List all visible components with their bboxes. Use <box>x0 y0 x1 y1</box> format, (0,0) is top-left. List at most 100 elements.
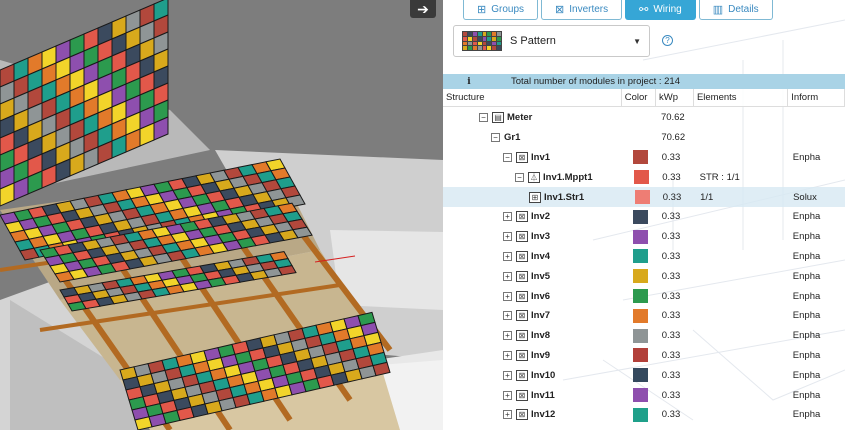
row-name: Inv6 <box>531 290 551 302</box>
table-row[interactable]: + ⊠ Inv4 0.33 Enpha <box>443 247 845 267</box>
info-icon: i <box>467 76 471 87</box>
expand-icon[interactable]: + <box>503 370 512 380</box>
help-icon[interactable]: ? <box>662 35 673 46</box>
expand-icon[interactable]: + <box>503 271 512 281</box>
tab-label: Inverters <box>569 4 609 15</box>
color-swatch[interactable] <box>634 190 650 205</box>
tab-bar: ⊞ Groups ⊠ Inverters ⚯ Wiring ▥ Details <box>463 0 773 20</box>
color-cell[interactable] <box>624 407 658 422</box>
tab-label: Groups <box>491 4 525 15</box>
table-row[interactable]: + ⊠ Inv2 0.33 Enpha <box>443 207 845 227</box>
table-row[interactable]: − ⊠ Inv1 0.33 Enpha <box>443 148 845 168</box>
color-swatch[interactable] <box>633 328 649 343</box>
kwp-cell: 0.33 <box>661 409 681 421</box>
color-swatch[interactable] <box>633 249 649 264</box>
color-cell[interactable] <box>624 328 658 343</box>
color-swatch[interactable] <box>633 269 649 284</box>
information-cell: Enpha <box>792 151 821 163</box>
color-cell[interactable] <box>624 209 658 224</box>
table-row[interactable]: + ⊠ Inv9 0.33 Enpha <box>443 346 845 366</box>
collapse-icon[interactable]: − <box>515 172 524 182</box>
color-swatch[interactable] <box>633 407 649 422</box>
arrow-right-icon[interactable]: ➔ <box>410 0 436 18</box>
table-row[interactable]: ⊞ Inv1.Str1 0.33 1/1 Solux <box>443 187 845 207</box>
color-cell[interactable] <box>624 229 658 244</box>
color-cell[interactable] <box>624 150 658 165</box>
structure-cell: ⊞ Inv1.Str1 <box>443 191 625 203</box>
color-cell[interactable] <box>624 249 658 264</box>
color-cell[interactable] <box>624 308 658 323</box>
expand-icon[interactable]: + <box>503 251 512 261</box>
color-cell[interactable] <box>625 190 658 205</box>
inverter-icon: ⊠ <box>516 369 528 381</box>
collapse-icon[interactable]: − <box>491 133 500 143</box>
table-row[interactable]: + ⊠ Inv3 0.33 Enpha <box>443 227 845 247</box>
table-row[interactable]: + ⊠ Inv10 0.33 Enpha <box>443 365 845 385</box>
collapse-icon[interactable]: − <box>503 152 512 162</box>
expand-icon[interactable]: + <box>503 212 512 222</box>
color-swatch[interactable] <box>633 368 649 383</box>
table-row[interactable]: − ⏃ Inv1.Mppt1 0.33 STR : 1/1 <box>443 167 845 187</box>
header-color[interactable]: Color <box>622 89 656 106</box>
expand-icon[interactable]: + <box>503 331 512 341</box>
collapse-icon[interactable]: − <box>479 113 488 123</box>
row-name: Inv5 <box>531 270 551 282</box>
structure-cell: + ⊠ Inv2 <box>443 211 624 223</box>
color-swatch[interactable] <box>633 348 649 363</box>
row-name: Inv7 <box>531 310 551 322</box>
structure-cell: − ⏃ Inv1.Mppt1 <box>443 171 625 183</box>
information-cell: Enpha <box>792 389 821 401</box>
structure-cell: + ⊠ Inv4 <box>443 250 624 262</box>
header-elements[interactable]: Elements <box>694 89 789 106</box>
table-row[interactable]: + ⊠ Inv7 0.33 Enpha <box>443 306 845 326</box>
kwp-cell: 0.33 <box>661 211 681 223</box>
color-cell[interactable] <box>624 388 658 403</box>
color-cell[interactable] <box>624 348 658 363</box>
expand-icon[interactable]: + <box>503 311 512 321</box>
color-swatch[interactable] <box>633 289 649 304</box>
color-cell[interactable] <box>624 368 658 383</box>
table-row[interactable]: + ⊠ Inv12 0.33 Enpha <box>443 405 845 425</box>
information-cell: Enpha <box>792 330 821 342</box>
color-swatch[interactable] <box>633 229 649 244</box>
color-swatch[interactable] <box>633 308 649 323</box>
tab-wiring[interactable]: ⚯ Wiring <box>625 0 696 20</box>
expand-icon[interactable]: + <box>503 390 512 400</box>
color-cell[interactable] <box>625 170 658 185</box>
color-cell[interactable] <box>624 269 658 284</box>
tab-groups[interactable]: ⊞ Groups <box>463 0 539 20</box>
expand-icon[interactable]: + <box>503 291 512 301</box>
table-row[interactable]: + ⊠ Inv8 0.33 Enpha <box>443 326 845 346</box>
color-swatch[interactable] <box>633 388 649 403</box>
color-swatch[interactable] <box>633 209 649 224</box>
table-row[interactable]: − Gr1 70.62 <box>443 128 845 148</box>
expand-icon[interactable]: + <box>503 350 512 360</box>
inverter-icon: ⊠ <box>516 270 528 282</box>
header-structure[interactable]: Structure <box>443 89 622 106</box>
row-name: Inv2 <box>531 211 551 223</box>
table-row[interactable]: + ⊠ Inv11 0.33 Enpha <box>443 385 845 405</box>
roof-scene <box>0 0 443 430</box>
color-cell[interactable] <box>624 289 658 304</box>
kwp-cell: 0.33 <box>661 270 681 282</box>
color-swatch[interactable] <box>633 150 649 165</box>
expand-icon[interactable]: + <box>503 410 512 420</box>
tab-details[interactable]: ▥ Details <box>698 0 773 20</box>
color-swatch[interactable] <box>633 170 649 185</box>
kwp-cell: 0.33 <box>662 171 681 183</box>
row-name: Inv9 <box>531 349 551 361</box>
inverter-icon: ⊠ <box>516 409 528 421</box>
wiring-pattern-select[interactable]: S Pattern ▼ <box>453 25 650 57</box>
header-kwp[interactable]: kWp <box>656 89 694 106</box>
header-information[interactable]: Inform <box>788 89 845 106</box>
kwp-cell: 70.62 <box>661 132 686 144</box>
tab-inverters[interactable]: ⊠ Inverters <box>541 0 623 20</box>
3d-viewport[interactable]: ➔ <box>0 0 443 430</box>
table-row[interactable]: − ▤ Meter 70.62 <box>443 108 845 128</box>
table-row[interactable]: + ⊠ Inv5 0.33 Enpha <box>443 266 845 286</box>
mppt-icon: ⏃ <box>528 171 540 183</box>
structure-cell: + ⊠ Inv11 <box>443 389 624 401</box>
structure-cell: + ⊠ Inv9 <box>443 349 624 361</box>
expand-icon[interactable]: + <box>503 232 512 242</box>
table-row[interactable]: + ⊠ Inv6 0.33 Enpha <box>443 286 845 306</box>
